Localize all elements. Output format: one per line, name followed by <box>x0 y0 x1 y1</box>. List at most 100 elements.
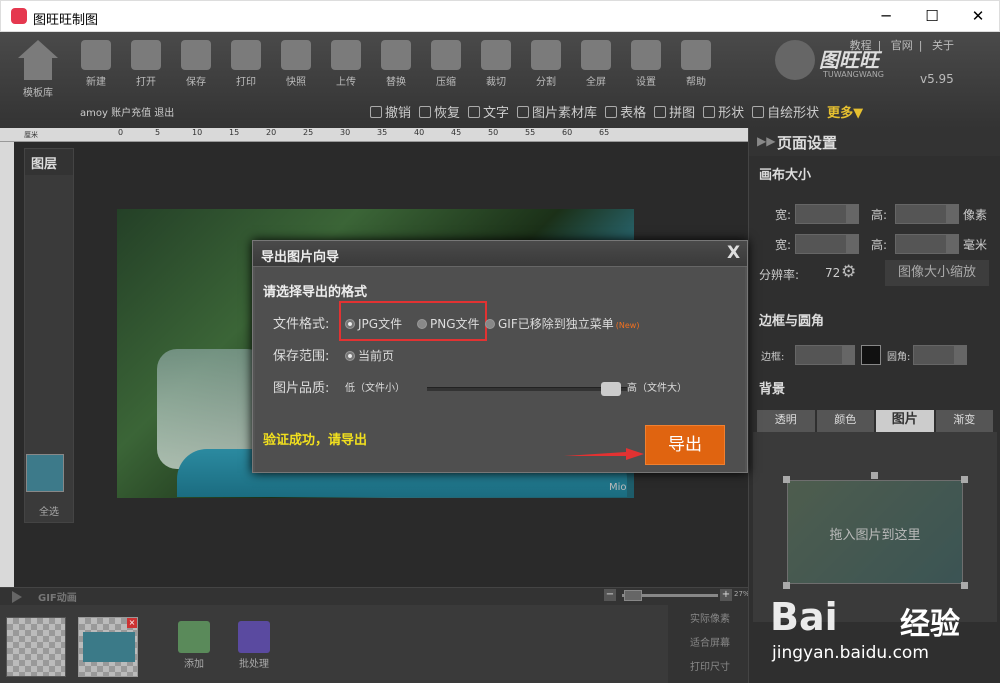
table-tool[interactable]: 表格 <box>605 102 646 121</box>
settings-button[interactable]: 设置 <box>622 38 670 88</box>
compress-button[interactable]: 压缩 <box>422 38 470 88</box>
ruler-tick: 5 <box>155 128 161 137</box>
zoom-slider-handle[interactable] <box>624 590 642 601</box>
quality-slider[interactable] <box>427 382 627 396</box>
gif-radio[interactable] <box>485 319 495 329</box>
background-image-dropzone[interactable]: 拖入图片到这里 <box>753 432 997 622</box>
png-option[interactable]: PNG文件 <box>417 315 480 332</box>
tab-image[interactable]: 图片 <box>876 410 934 432</box>
width-label: 宽: <box>775 208 792 222</box>
minimize-button[interactable]: ─ <box>863 1 909 33</box>
border-input[interactable] <box>795 345 855 365</box>
collage-tool[interactable]: 拼图 <box>654 102 695 121</box>
user-bar[interactable]: amoy 账户充值 退出 <box>80 104 174 119</box>
tab-transparent[interactable]: 透明 <box>757 410 815 432</box>
add-label: 添加 <box>184 659 204 670</box>
border-color-swatch[interactable] <box>861 345 881 365</box>
brand-name: 图旺旺 <box>819 48 879 72</box>
height-mm-input[interactable] <box>895 234 959 254</box>
custom-shape-tool[interactable]: 自绘形状 <box>752 102 819 121</box>
ruler-tick: 15 <box>229 128 240 137</box>
dialog-close-button[interactable]: X <box>727 243 740 263</box>
split-button[interactable]: 分割 <box>522 38 570 88</box>
fit-screen-button[interactable]: 适合屏幕 <box>668 629 748 653</box>
compress-label: 压缩 <box>436 77 456 88</box>
maximize-button[interactable]: ☐ <box>909 1 955 33</box>
replace-icon <box>381 40 411 70</box>
ruler-tick: 30 <box>340 128 351 137</box>
height-px-input[interactable] <box>895 204 959 224</box>
jpg-label: JPG文件 <box>358 317 403 331</box>
width-px-input[interactable] <box>795 204 859 224</box>
zoom-out-button[interactable]: − <box>604 589 616 601</box>
close-button[interactable]: ✕ <box>955 1 1000 33</box>
layers-panel: 图层 全选 <box>24 148 74 523</box>
jingyan-text: 经验 <box>900 607 960 642</box>
expand-icon[interactable]: ▶▶ <box>757 134 775 148</box>
corner-input[interactable] <box>913 345 967 365</box>
cut-button[interactable]: 裁切 <box>472 38 520 88</box>
open-button[interactable]: 打开 <box>122 38 170 88</box>
upload-button[interactable]: 上传 <box>322 38 370 88</box>
print-size-button[interactable]: 打印尺寸 <box>668 653 748 677</box>
page-thumbnail-blank[interactable] <box>6 617 66 677</box>
save-icon <box>181 40 211 70</box>
gif-option[interactable]: GIF已移除到独立菜单 (New) <box>485 315 639 332</box>
help-button[interactable]: 帮助 <box>672 38 720 88</box>
image-library-tool[interactable]: 图片素材库 <box>517 102 597 121</box>
vertical-ruler <box>0 142 14 587</box>
resize-handle[interactable] <box>961 476 968 483</box>
gif-label[interactable]: GIF动画 <box>38 589 77 604</box>
resize-handle[interactable] <box>961 582 968 589</box>
image-resize-button[interactable]: 图像大小缩放 <box>885 260 989 286</box>
page-thumbnail-current[interactable]: × <box>78 617 138 677</box>
actual-pixels-button[interactable]: 实际像素 <box>668 605 748 629</box>
app-icon <box>11 8 27 24</box>
shape-tool[interactable]: 形状 <box>703 102 744 121</box>
save-button[interactable]: 保存 <box>172 38 220 88</box>
ruler-tick: 65 <box>599 128 610 137</box>
fullscreen-button[interactable]: 全屏 <box>572 38 620 88</box>
export-button[interactable]: 导出 <box>645 425 725 465</box>
ruler-tick: 25 <box>303 128 314 137</box>
print-button[interactable]: 打印 <box>222 38 270 88</box>
about-link[interactable]: 关于 <box>932 39 954 52</box>
jpg-option[interactable]: JPG文件 <box>345 315 402 332</box>
height-mm-label: 高: <box>871 238 888 252</box>
png-radio[interactable] <box>417 319 427 329</box>
success-message: 验证成功，请导出 <box>263 433 368 448</box>
snapshot-button[interactable]: 快照 <box>272 38 320 88</box>
resize-handle[interactable] <box>783 476 790 483</box>
view-options: 实际像素 适合屏幕 打印尺寸 <box>668 605 748 683</box>
template-library-button[interactable]: 模板库 <box>14 40 62 99</box>
jpg-radio[interactable] <box>345 319 355 329</box>
text-tool[interactable]: 文字 <box>468 102 509 121</box>
tab-gradient[interactable]: 渐变 <box>935 410 993 432</box>
play-icon[interactable] <box>12 591 22 603</box>
new-button[interactable]: 新建 <box>72 38 120 88</box>
quality-low-label: 低（文件小） <box>345 383 405 394</box>
resize-handle[interactable] <box>783 582 790 589</box>
zoom-in-button[interactable]: + <box>720 589 732 601</box>
current-page-radio[interactable] <box>345 351 355 361</box>
batch-button[interactable]: 批处理 <box>234 621 274 670</box>
delete-page-icon[interactable]: × <box>127 618 137 628</box>
table-icon <box>605 105 618 118</box>
upload-icon <box>331 40 361 70</box>
add-page-button[interactable]: 添加 <box>174 621 214 670</box>
select-all-button[interactable]: 全选 <box>39 503 59 518</box>
save-label: 保存 <box>186 77 206 88</box>
redo-button[interactable]: 恢复 <box>419 102 460 121</box>
settings-label: 设置 <box>636 77 656 88</box>
current-page-option[interactable]: 当前页 <box>345 347 394 364</box>
width-mm-input[interactable] <box>795 234 859 254</box>
tab-color[interactable]: 颜色 <box>816 410 874 432</box>
layer-thumbnail[interactable] <box>26 454 64 492</box>
more-button[interactable]: 更多▼ <box>827 102 863 121</box>
quality-slider-handle[interactable] <box>601 382 621 396</box>
replace-button[interactable]: 替换 <box>372 38 420 88</box>
resize-handle[interactable] <box>871 472 878 479</box>
gear-icon[interactable]: ⚙ <box>841 262 856 282</box>
undo-button[interactable]: 撤销 <box>370 102 411 121</box>
mm-unit: 毫米 <box>963 238 988 252</box>
